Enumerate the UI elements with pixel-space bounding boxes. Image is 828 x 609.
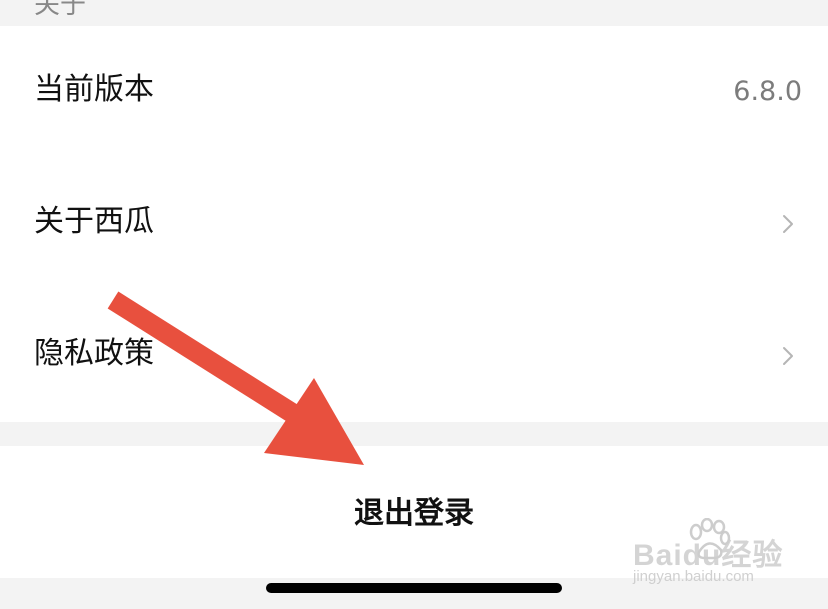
home-indicator[interactable] [266, 583, 562, 593]
section-title: 关于 [34, 0, 87, 20]
chevron-right-icon [783, 347, 793, 365]
chevron-right-icon [783, 215, 793, 233]
settings-item-current-version: 当前版本 6.8.0 [0, 26, 828, 158]
logout-label: 退出登录 [354, 496, 474, 531]
settings-item-label: 隐私政策 [34, 336, 154, 371]
section-gap [0, 422, 828, 446]
settings-item-privacy-policy[interactable]: 隐私政策 [0, 290, 828, 422]
logout-button[interactable]: 退出登录 [0, 446, 828, 578]
settings-item-label: 关于西瓜 [34, 204, 154, 239]
settings-list: 当前版本 6.8.0 关于西瓜 隐私政策 [0, 26, 828, 422]
settings-item-label: 当前版本 [34, 72, 154, 107]
section-header: 关于 [0, 0, 828, 26]
settings-item-about[interactable]: 关于西瓜 [0, 158, 828, 290]
version-value: 6.8.0 [733, 76, 802, 107]
